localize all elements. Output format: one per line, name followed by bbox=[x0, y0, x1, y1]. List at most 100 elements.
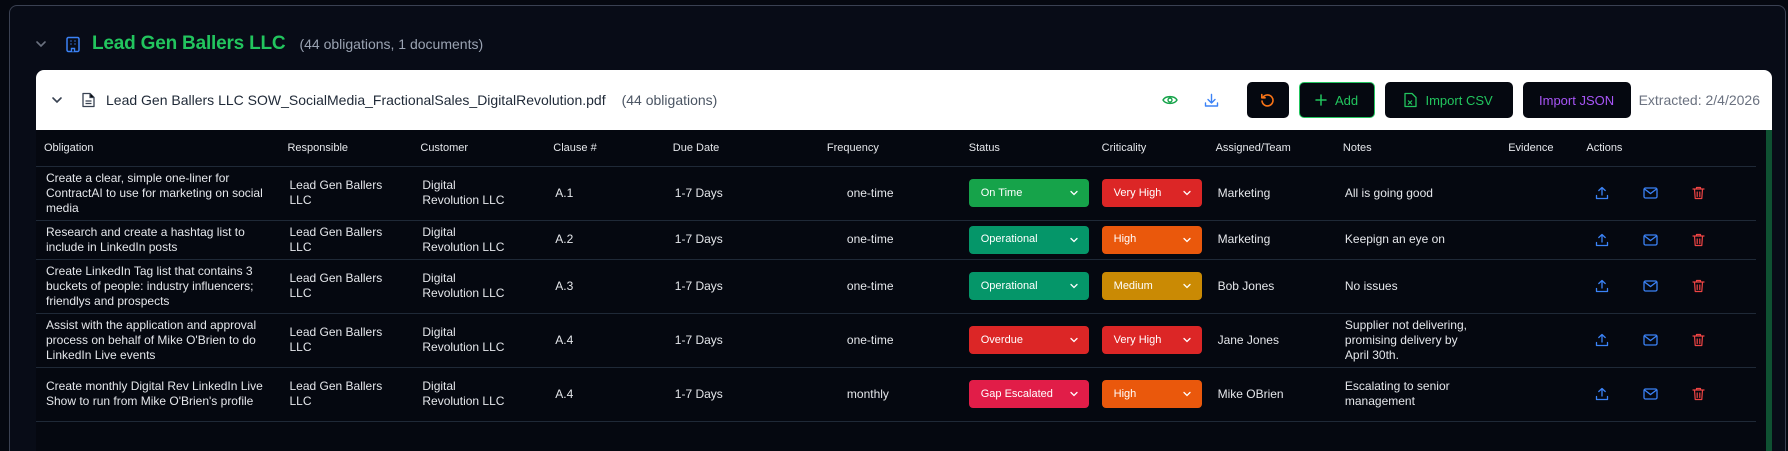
download-icon[interactable] bbox=[1197, 85, 1227, 115]
obligation-cell: Research and create a hashtag list to in… bbox=[36, 220, 280, 260]
assigned-cell: Marketing bbox=[1207, 166, 1335, 221]
responsible-cell: Lead Gen Ballers LLC bbox=[279, 313, 413, 368]
status-cell: Operational bbox=[960, 259, 1094, 314]
chevron-down-icon bbox=[1182, 235, 1192, 245]
trash-icon[interactable] bbox=[1674, 333, 1722, 347]
status-cell: Gap Escalated bbox=[960, 367, 1094, 422]
status-cell: Operational bbox=[960, 220, 1094, 260]
column-header[interactable]: Customer bbox=[412, 130, 546, 167]
obligation-cell: Create a clear, simple one-liner for Con… bbox=[36, 166, 280, 221]
notes-cell: Keepign an eye on bbox=[1334, 220, 1501, 260]
status-value: Operational bbox=[980, 279, 1038, 292]
criticality-select[interactable]: Very High bbox=[1101, 179, 1202, 207]
trash-icon[interactable] bbox=[1674, 233, 1722, 247]
status-cell: On Time bbox=[960, 166, 1094, 221]
table-row[interactable]: Create LinkedIn Tag list that contains 3… bbox=[36, 259, 1756, 314]
customer-cell: Digital Revolution LLC bbox=[412, 367, 546, 422]
evidence-cell bbox=[1500, 313, 1579, 368]
chevron-down-icon[interactable] bbox=[46, 89, 68, 111]
assigned-cell: Bob Jones bbox=[1207, 259, 1335, 314]
file-text-icon bbox=[78, 89, 98, 111]
evidence-cell bbox=[1500, 220, 1579, 260]
import-csv-button[interactable]: Import CSV bbox=[1384, 82, 1513, 118]
column-header[interactable]: Status bbox=[960, 130, 1094, 167]
criticality-value: High bbox=[1113, 387, 1137, 400]
status-value: Gap Escalated bbox=[980, 387, 1053, 400]
scrollbar[interactable] bbox=[1766, 130, 1772, 451]
table-row[interactable]: Research and create a hashtag list to in… bbox=[36, 220, 1756, 260]
criticality-select[interactable]: Medium bbox=[1101, 272, 1202, 300]
criticality-value: Medium bbox=[1113, 279, 1153, 292]
status-select[interactable]: Operational bbox=[968, 272, 1089, 300]
assigned-cell: Marketing bbox=[1207, 220, 1335, 260]
chevron-down-icon bbox=[1069, 235, 1079, 245]
import-json-label: Import JSON bbox=[1539, 92, 1615, 108]
column-header[interactable]: Due Date bbox=[664, 130, 819, 167]
chevron-down-icon bbox=[1069, 389, 1079, 399]
column-header[interactable]: Notes bbox=[1334, 130, 1501, 167]
import-json-button[interactable]: Import JSON bbox=[1522, 82, 1631, 118]
customer-cell: Digital Revolution LLC bbox=[412, 220, 546, 260]
reset-button[interactable] bbox=[1246, 82, 1289, 118]
responsible-cell: Lead Gen Ballers LLC bbox=[279, 367, 413, 422]
table-row[interactable]: Create a clear, simple one-liner for Con… bbox=[36, 166, 1756, 221]
column-header[interactable]: Frequency bbox=[818, 130, 961, 167]
document-actions: Add Import CSV Import JSON Extracted: 2/… bbox=[1155, 82, 1760, 118]
responsible-cell: Lead Gen Ballers LLC bbox=[279, 220, 413, 260]
upload-icon[interactable] bbox=[1578, 186, 1626, 200]
column-header[interactable]: Criticality bbox=[1093, 130, 1208, 167]
due-date-cell: 1-7 Days bbox=[664, 313, 819, 368]
column-header[interactable]: Evidence bbox=[1500, 130, 1579, 167]
criticality-cell: High bbox=[1093, 367, 1208, 422]
file-spreadsheet-icon bbox=[1404, 92, 1425, 108]
add-button[interactable]: Add bbox=[1298, 82, 1375, 118]
trash-icon[interactable] bbox=[1674, 387, 1722, 401]
customer-cell: Digital Revolution LLC bbox=[412, 313, 546, 368]
criticality-select[interactable]: Very High bbox=[1101, 326, 1202, 354]
criticality-select[interactable]: High bbox=[1101, 225, 1202, 254]
obligation-cell: Create monthly Digital Rev LinkedIn Live… bbox=[36, 367, 280, 422]
obligations-table: Obligation Responsible Customer Clause #… bbox=[36, 130, 1756, 422]
upload-icon[interactable] bbox=[1578, 279, 1626, 293]
document-name[interactable]: Lead Gen Ballers LLC SOW_SocialMedia_Fra… bbox=[106, 92, 606, 108]
status-select[interactable]: Gap Escalated bbox=[968, 380, 1089, 408]
status-select[interactable]: Overdue bbox=[968, 326, 1089, 354]
mail-icon[interactable] bbox=[1626, 388, 1674, 400]
table-row[interactable]: Assist with the application and approval… bbox=[36, 313, 1756, 368]
company-meta: (44 obligations, 1 documents) bbox=[299, 36, 484, 52]
column-header[interactable]: Assigned/Team bbox=[1207, 130, 1335, 167]
status-cell: Overdue bbox=[960, 313, 1094, 368]
notes-cell: Escalating to senior management bbox=[1334, 367, 1501, 422]
clause-cell: A.4 bbox=[545, 313, 665, 368]
company-header[interactable]: Lead Gen Ballers LLC (44 obligations, 1 … bbox=[30, 30, 483, 58]
chevron-down-icon bbox=[1182, 188, 1192, 198]
upload-icon[interactable] bbox=[1578, 233, 1626, 247]
upload-icon[interactable] bbox=[1578, 333, 1626, 347]
trash-icon[interactable] bbox=[1674, 279, 1722, 293]
actions-cell bbox=[1578, 220, 1756, 260]
criticality-select[interactable]: High bbox=[1101, 380, 1202, 408]
mail-icon[interactable] bbox=[1626, 233, 1674, 246]
column-header[interactable]: Clause # bbox=[545, 130, 665, 167]
table-row[interactable]: Create monthly Digital Rev LinkedIn Live… bbox=[36, 367, 1756, 422]
frequency-cell: one-time bbox=[818, 220, 961, 260]
mail-icon[interactable] bbox=[1626, 280, 1674, 292]
criticality-cell: Very High bbox=[1093, 313, 1208, 368]
column-header[interactable]: Responsible bbox=[279, 130, 413, 167]
mail-icon[interactable] bbox=[1626, 187, 1674, 199]
status-select[interactable]: Operational bbox=[968, 225, 1089, 254]
column-header[interactable]: Actions bbox=[1578, 130, 1756, 167]
table-header-row: Obligation Responsible Customer Clause #… bbox=[36, 130, 1756, 167]
trash-icon[interactable] bbox=[1674, 186, 1722, 200]
customer-cell: Digital Revolution LLC bbox=[412, 259, 546, 314]
eye-icon[interactable] bbox=[1155, 85, 1185, 115]
mail-icon[interactable] bbox=[1626, 334, 1674, 346]
status-select[interactable]: On Time bbox=[968, 179, 1089, 207]
due-date-cell: 1-7 Days bbox=[664, 220, 819, 260]
criticality-cell: High bbox=[1093, 220, 1208, 260]
chevron-down-icon bbox=[1182, 335, 1192, 345]
column-header[interactable]: Obligation bbox=[36, 130, 280, 167]
chevron-down-icon[interactable] bbox=[30, 33, 52, 55]
status-value: Overdue bbox=[980, 333, 1023, 346]
upload-icon[interactable] bbox=[1578, 387, 1626, 401]
